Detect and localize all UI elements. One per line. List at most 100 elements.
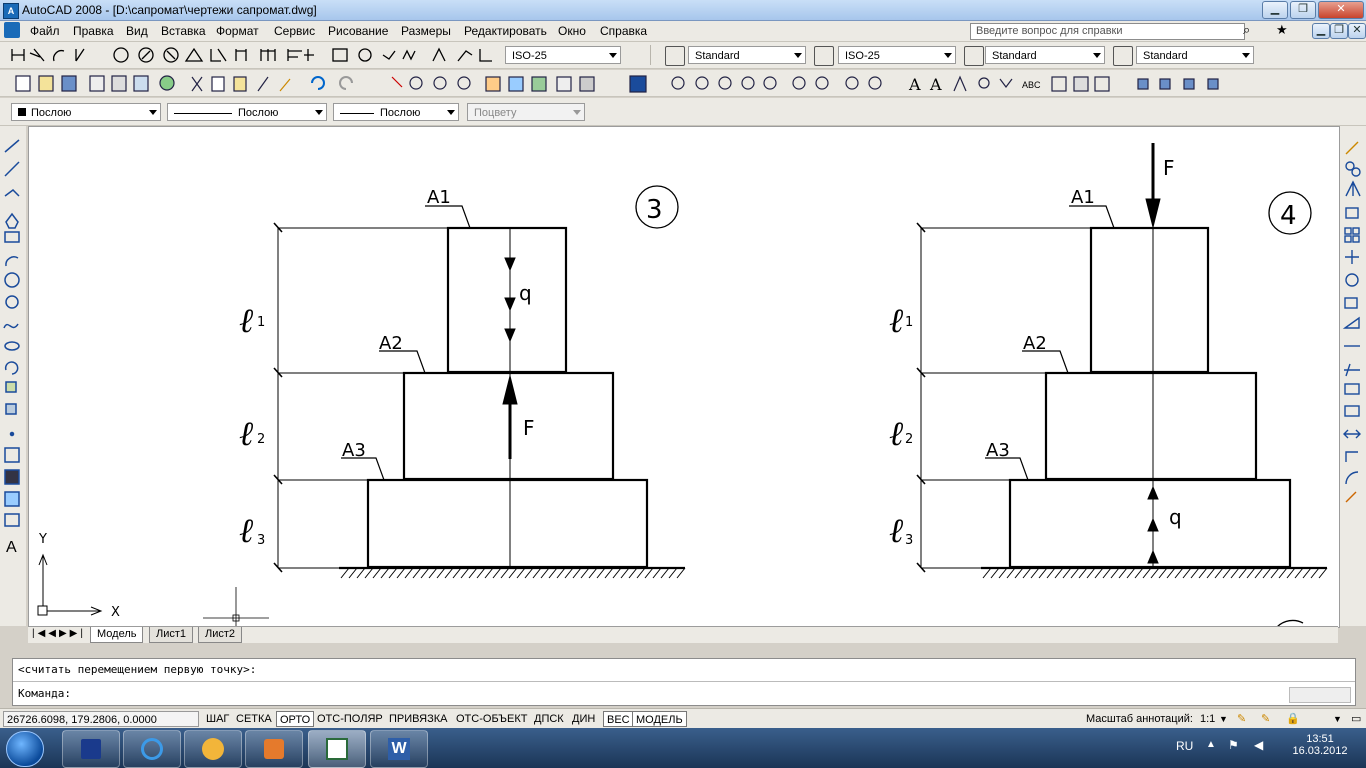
- dimension-tools-icons[interactable]: [8, 45, 498, 65]
- table-style-icon[interactable]: [964, 46, 984, 66]
- fig4-label-l2: 2: [905, 432, 913, 447]
- menu-format[interactable]: Формат: [216, 24, 259, 38]
- text-style-combo[interactable]: Standard: [688, 46, 806, 64]
- help-search-input[interactable]: Введите вопрос для справки: [970, 23, 1245, 40]
- lwt-toggle[interactable]: ВЕС: [603, 711, 634, 727]
- volume-icon[interactable]: ◀: [1254, 738, 1263, 752]
- command-prompt[interactable]: Команда:: [18, 687, 71, 700]
- table-style-combo[interactable]: Standard: [985, 46, 1105, 64]
- fig3-label-a2: A2: [379, 333, 403, 354]
- doc-close-button[interactable]: ✕: [1348, 23, 1366, 39]
- window-title: AutoCAD 2008 - [D:\сапромат\чертежи сапр…: [22, 3, 317, 17]
- fig4-label-f: F: [1163, 156, 1175, 180]
- fig4-segment-1: [1089, 226, 1210, 374]
- menu-tools[interactable]: Сервис: [274, 24, 315, 38]
- menu-insert[interactable]: Вставка: [161, 24, 206, 38]
- osnap-toggle[interactable]: ПРИВЯЗКА: [386, 711, 450, 727]
- modify-tools-icons[interactable]: [1340, 126, 1366, 516]
- menu-file[interactable]: Файл: [30, 24, 60, 38]
- menu-window[interactable]: Окно: [558, 24, 586, 38]
- menu-help[interactable]: Справка: [600, 24, 647, 38]
- command-line[interactable]: <считать перемещением первую точку>: Ком…: [12, 658, 1356, 706]
- autocad-app-icon[interactable]: A: [3, 3, 19, 19]
- fig3-label-a3: A3: [342, 440, 366, 461]
- ducs-toggle[interactable]: ДПСК: [531, 711, 567, 727]
- tab-model[interactable]: Модель: [90, 627, 144, 643]
- status-bar: 26726.6098, 179.2806, 0.0000 ШАГ СЕТКА О…: [0, 708, 1366, 729]
- draw-tools-icons[interactable]: A: [0, 126, 26, 566]
- start-button[interactable]: [6, 731, 44, 767]
- taskbar-clock[interactable]: 13:51 16.03.2012: [1280, 733, 1360, 757]
- svg-text:ℓ: ℓ: [889, 511, 903, 551]
- fig3-segment-3: [366, 478, 649, 569]
- tray-expand-icon[interactable]: ▲: [1206, 739, 1216, 750]
- snap-toggle[interactable]: ШАГ: [203, 711, 232, 727]
- model-toggle[interactable]: МОДЕЛЬ: [632, 711, 687, 727]
- search-icon[interactable]: ⌕: [1243, 22, 1250, 38]
- standard-toolbar: A A ABC: [0, 70, 1366, 97]
- drawing-canvas[interactable]: A1 A2 A3 q F 3 ℓ 1 ℓ 2 ℓ 3 A1 A2 A3 q F …: [28, 126, 1340, 628]
- clock-time: 13:51: [1306, 733, 1334, 745]
- command-scrollbar[interactable]: [1289, 687, 1351, 703]
- dyn-toggle[interactable]: ДИН: [569, 711, 598, 727]
- fig3-label-a1: A1: [427, 187, 451, 208]
- svg-text:A: A: [6, 539, 17, 556]
- multileader-style-combo[interactable]: Standard: [1136, 46, 1254, 64]
- menu-dimension[interactable]: Размеры: [401, 24, 451, 38]
- ortho-toggle[interactable]: ОРТО: [276, 711, 315, 727]
- taskbar-autocad-icon[interactable]: [184, 730, 242, 768]
- standard-tools-icons[interactable]: A A ABC: [12, 73, 1227, 95]
- taskbar-ie-icon[interactable]: [123, 730, 181, 768]
- clock-date: 16.03.2012: [1292, 745, 1348, 757]
- taskbar-autocad-active-icon[interactable]: [308, 730, 366, 768]
- dim-style-combo[interactable]: ISO-25: [505, 46, 621, 64]
- document-icon[interactable]: [4, 22, 20, 38]
- minimize-button[interactable]: ▁: [1262, 1, 1288, 19]
- taskbar-media-icon[interactable]: [245, 730, 303, 768]
- clean-screen-icon[interactable]: ▭: [1348, 711, 1364, 727]
- language-indicator[interactable]: RU: [1176, 739, 1193, 753]
- tab-layout1[interactable]: Лист1: [149, 627, 194, 643]
- fig4-number: 4: [1280, 201, 1297, 231]
- polar-toggle[interactable]: ОТС-ПОЛЯР: [314, 711, 386, 727]
- command-history: <считать перемещением первую точку>:: [18, 663, 257, 676]
- taskbar-word-icon[interactable]: W: [370, 730, 428, 768]
- color-combo[interactable]: Послою: [11, 103, 161, 121]
- toolbar-lock-icon[interactable]: 🔒: [1283, 711, 1303, 727]
- menu-modify[interactable]: Редактировать: [464, 24, 547, 38]
- maximize-button[interactable]: ❐: [1290, 1, 1316, 19]
- otrack-toggle[interactable]: ОТС-ОБЪЕКТ: [453, 711, 530, 727]
- network-icon[interactable]: ⚑: [1228, 738, 1239, 752]
- star-icon[interactable]: ★: [1276, 22, 1288, 38]
- doc-minimize-button[interactable]: ▁: [1312, 23, 1330, 39]
- svg-text:ℓ: ℓ: [889, 301, 903, 341]
- tab-nav-arrows-icon[interactable]: |◀◀▶▶|: [32, 628, 86, 639]
- lineweight-combo[interactable]: Послою: [333, 103, 459, 121]
- close-button[interactable]: ✕: [1318, 1, 1364, 19]
- tab-layout2[interactable]: Лист2: [198, 627, 243, 643]
- doc-restore-button[interactable]: ❐: [1330, 23, 1348, 39]
- menu-view[interactable]: Вид: [126, 24, 148, 38]
- multileader-style-icon[interactable]: [1113, 46, 1133, 66]
- grid-toggle[interactable]: СЕТКА: [233, 711, 275, 727]
- layout-tabs: |◀◀▶▶| Модель Лист1 Лист2: [28, 626, 1338, 643]
- dim-style-manager-icon[interactable]: [814, 46, 834, 66]
- text-style-icon[interactable]: [665, 46, 685, 66]
- coordinate-readout[interactable]: 26726.6098, 179.2806, 0.0000: [3, 711, 199, 727]
- svg-text:A: A: [908, 75, 921, 94]
- auto-scale-icon[interactable]: ✎: [1258, 711, 1273, 727]
- annotation-scale-dropdown-icon[interactable]: ▼: [1216, 711, 1231, 727]
- fig3-label-l2: 2: [257, 432, 265, 447]
- fig3-label-f: F: [523, 416, 535, 440]
- annotation-visibility-icon[interactable]: ✎: [1234, 711, 1249, 727]
- taskbar-save-icon[interactable]: [62, 730, 120, 768]
- fig3-label-q: q: [519, 281, 532, 305]
- menu-edit[interactable]: Правка: [73, 24, 114, 38]
- drawing-svg: A1 A2 A3 q F 3 ℓ 1 ℓ 2 ℓ 3 A1 A2 A3 q F …: [37, 143, 1328, 627]
- fig4-label-q: q: [1169, 505, 1182, 529]
- menu-draw[interactable]: Рисование: [328, 24, 388, 38]
- svg-text:ABC: ABC: [1022, 80, 1041, 90]
- linetype-combo[interactable]: Послою: [167, 103, 327, 121]
- dim-style-combo-2[interactable]: ISO-25: [838, 46, 956, 64]
- status-menu-icon[interactable]: ▼: [1330, 711, 1345, 727]
